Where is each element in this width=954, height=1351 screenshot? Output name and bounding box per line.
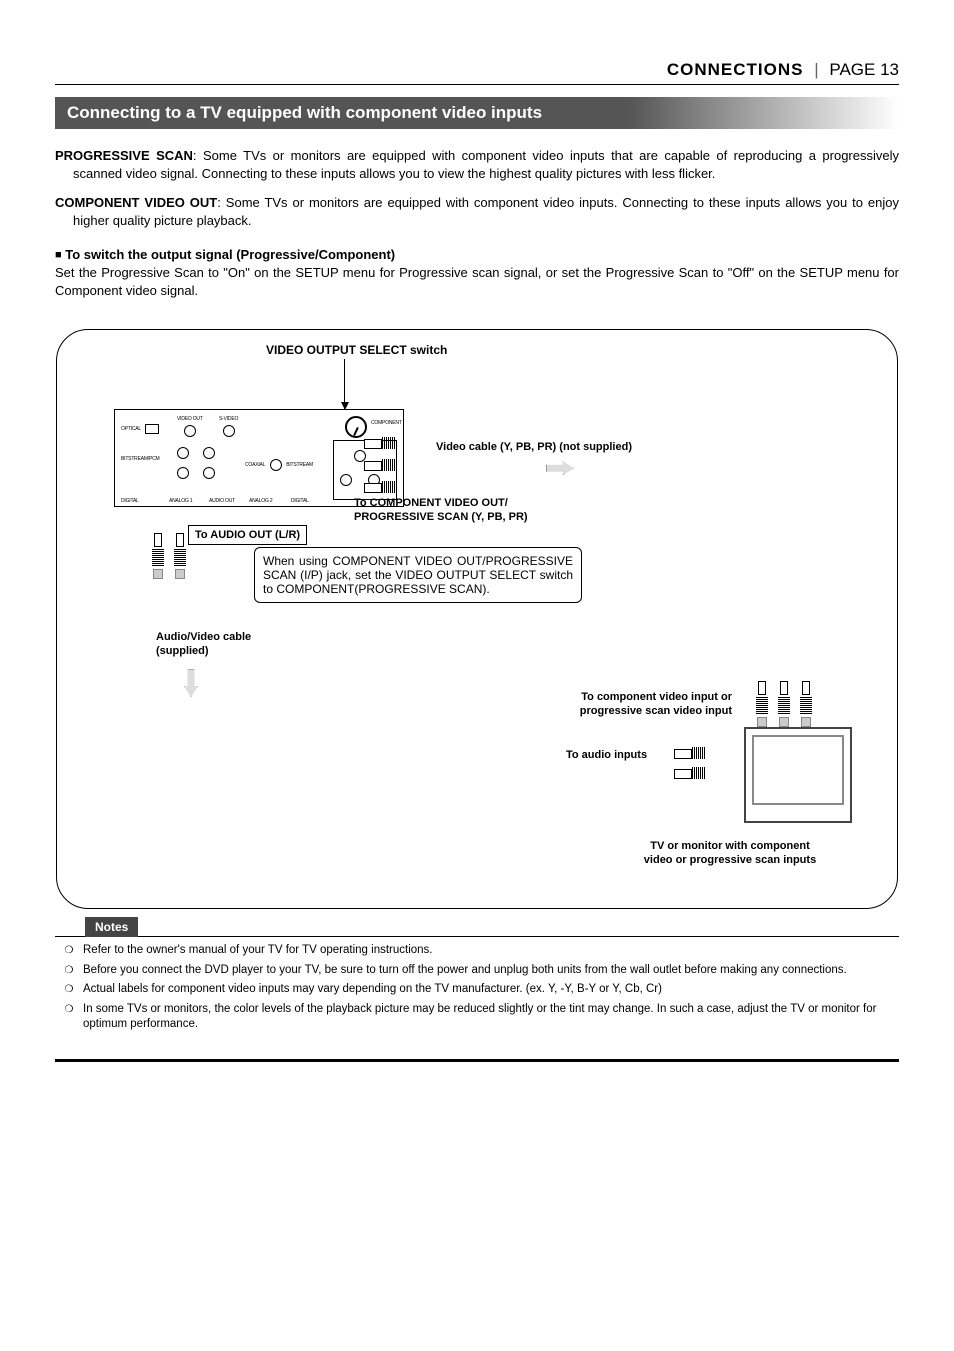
video-out-port-icon (184, 425, 196, 437)
note-item: ❍ In some TVs or monitors, the color lev… (55, 1002, 899, 1033)
panel-bitstream-pcm: BITSTREAM/PCM (121, 456, 160, 462)
arrow-to-switch (344, 359, 345, 409)
notes-heading: Notes (85, 917, 138, 937)
note-bullet-icon: ❍ (55, 943, 83, 959)
video-output-select-dial (345, 416, 367, 438)
progressive-lead: PROGRESSIVE SCAN (55, 148, 193, 163)
note-item: ❍ Actual labels for component video inpu… (55, 982, 899, 998)
cable-plug-icon (152, 533, 164, 579)
cable-plug-icon (174, 533, 186, 579)
panel-bitstream: BITSTREAM (286, 462, 313, 468)
label-to-component-out: To COMPONENT VIDEO OUT/ PROGRESSIVE SCAN… (354, 497, 528, 525)
panel-analog1: ANALOG 1 (169, 498, 192, 504)
panel-analog2: ANALOG 2 (249, 498, 272, 504)
svideo-port-icon (223, 425, 235, 437)
label-av-cable-line2: (supplied) (156, 645, 209, 657)
label-to-component-out-line2: PROGRESSIVE SCAN (Y, PB, PR) (354, 511, 528, 523)
label-tv-caption: TV or monitor with component video or pr… (600, 840, 860, 868)
panel-digital2: DIGITAL (291, 498, 309, 504)
label-av-cable: Audio/Video cable (supplied) (156, 631, 251, 659)
cable-plug-icon (364, 437, 404, 449)
label-to-component-input: To component video input or progressive … (510, 691, 732, 719)
panel-coaxial: COAXIAL (245, 462, 265, 468)
cable-plug-icon (674, 747, 714, 759)
cable-plug-icon (800, 681, 812, 727)
label-to-component-out-line1: To COMPONENT VIDEO OUT/ (354, 497, 508, 509)
coaxial-port-icon (270, 459, 282, 471)
panel-svideo: S-VIDEO (219, 416, 238, 422)
label-video-cable: Video cable (Y, PB, PR) (not supplied) (436, 441, 632, 455)
paragraph-component: COMPONENT VIDEO OUT: Some TVs or monitor… (55, 194, 899, 229)
page-header: CONNECTIONS | PAGE 13 (55, 60, 899, 85)
header-page: PAGE 13 (829, 60, 899, 79)
notes-section: Notes ❍ Refer to the owner's manual of y… (55, 917, 899, 1033)
note-text: Before you connect the DVD player to you… (83, 963, 847, 979)
note-bullet-icon: ❍ (55, 963, 83, 979)
tv-monitor-icon (744, 727, 852, 823)
progressive-text: : Some TVs or monitors are equipped with… (73, 148, 899, 181)
cable-plug-icon (778, 681, 790, 727)
note-item: ❍ Refer to the owner's manual of your TV… (55, 943, 899, 959)
note-text: Refer to the owner's manual of your TV f… (83, 943, 433, 959)
label-av-cable-line1: Audio/Video cable (156, 631, 251, 643)
audio-port-icon (177, 447, 189, 459)
label-tv-caption-line1: TV or monitor with component (650, 840, 810, 852)
audio-port-icon (203, 467, 215, 479)
audio-port-icon (203, 447, 215, 459)
component-lead: COMPONENT VIDEO OUT (55, 195, 217, 210)
callout-note: When using COMPONENT VIDEO OUT/PROGRESSI… (254, 547, 582, 603)
section-title-bar: Connecting to a TV equipped with compone… (55, 97, 899, 129)
panel-audio-out: AUDIO OUT (209, 498, 235, 504)
note-bullet-icon: ❍ (55, 982, 83, 998)
switch-text: Set the Progressive Scan to "On" on the … (55, 264, 899, 299)
note-text: Actual labels for component video inputs… (83, 982, 662, 998)
panel-optical: OPTICAL (121, 426, 141, 432)
notes-list: ❍ Refer to the owner's manual of your TV… (55, 937, 899, 1033)
panel-digital: DIGITAL (121, 498, 139, 504)
audio-port-icon (177, 467, 189, 479)
square-bullet-icon: ■ (55, 249, 62, 261)
cable-plug-icon (756, 681, 768, 727)
label-to-component-input-line1: To component video input or (581, 691, 732, 703)
label-to-component-input-line2: progressive scan video input (580, 705, 732, 717)
label-video-output-select: VIDEO OUTPUT SELECT switch (266, 343, 447, 358)
paragraph-progressive: PROGRESSIVE SCAN: Some TVs or monitors a… (55, 147, 899, 182)
component-pb-port-icon (340, 474, 352, 486)
note-text: In some TVs or monitors, the color level… (83, 1002, 899, 1033)
note-bullet-icon: ❍ (55, 1002, 83, 1033)
optical-port-icon (145, 424, 159, 434)
dvd-rear-panel: OPTICAL VIDEO OUT S-VIDEO BITSTREAM/PCM … (114, 409, 404, 507)
cable-plug-icon (364, 459, 404, 471)
label-to-audio-out: To AUDIO OUT (L/R) (188, 525, 307, 545)
panel-video-out: VIDEO OUT (177, 416, 203, 422)
label-to-audio-inputs: To audio inputs (566, 749, 647, 763)
header-section: CONNECTIONS (667, 60, 804, 79)
note-item: ❍ Before you connect the DVD player to y… (55, 963, 899, 979)
switch-heading: ■ To switch the output signal (Progressi… (55, 247, 899, 262)
footer-rule (55, 1059, 899, 1062)
cable-plug-icon (674, 767, 714, 779)
connection-diagram: VIDEO OUTPUT SELECT switch OPTICAL VIDEO… (56, 329, 898, 909)
header-divider: | (808, 60, 824, 79)
label-tv-caption-line2: video or progressive scan inputs (644, 854, 816, 866)
switch-heading-text: To switch the output signal (Progressive… (65, 247, 395, 262)
panel-component: COMPONENT (371, 420, 402, 426)
cable-plug-icon (364, 481, 404, 493)
